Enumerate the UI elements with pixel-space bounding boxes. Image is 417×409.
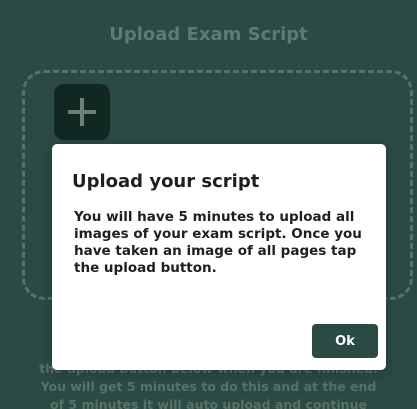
instructions-line: of 5 minutes it will auto upload and con… xyxy=(50,397,367,409)
dialog-title: Upload your script xyxy=(72,171,260,192)
upload-info-dialog: Upload your script You will have 5 minut… xyxy=(52,144,386,370)
dialog-message: You will have 5 minutes to upload all im… xyxy=(74,209,362,276)
page-title: Upload Exam Script xyxy=(109,24,308,45)
instructions-line: You will get 5 minutes to do this and at… xyxy=(40,379,377,394)
ok-button[interactable]: Ok xyxy=(312,324,378,358)
upload-exam-script-screen: Upload Exam Script the upload button bel… xyxy=(0,0,417,409)
add-image-button[interactable] xyxy=(54,84,110,140)
